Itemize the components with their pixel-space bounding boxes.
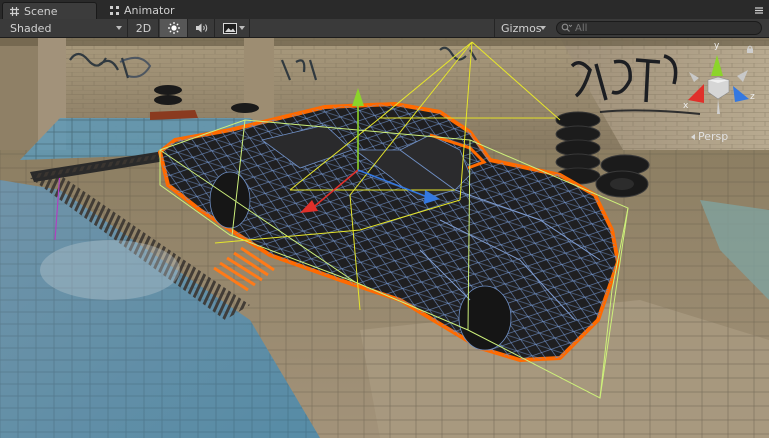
draw-mode-dropdown[interactable]: Shaded (0, 19, 128, 37)
search-input[interactable] (572, 22, 755, 34)
2d-mode-label: 2D (135, 21, 152, 35)
projection-label: Persp (698, 130, 729, 143)
tab-scene-label: Scene (24, 4, 58, 18)
lock-icon[interactable] (746, 45, 754, 53)
scene-viewport[interactable]: y x z Persp (0, 38, 769, 438)
chevron-left-icon (691, 133, 695, 140)
search-icon (561, 23, 572, 32)
2d-mode-button[interactable]: 2D (129, 19, 159, 37)
chevron-down-icon (540, 26, 546, 30)
gizmos-dropdown[interactable]: Gizmos (494, 19, 550, 37)
chevron-down-icon (116, 26, 122, 30)
animator-icon (110, 6, 119, 15)
tab-animator-label: Animator (124, 4, 175, 17)
axis-z-label: z (750, 92, 755, 102)
scene-search[interactable] (556, 21, 762, 35)
scene-toolbar: Shaded 2D Gizmos (0, 19, 769, 38)
tab-animator[interactable]: Animator (103, 2, 213, 19)
tab-bar: Scene Animator (0, 0, 769, 20)
draw-mode-label: Shaded (10, 21, 52, 35)
scene-render (0, 38, 769, 438)
gizmos-label: Gizmos (501, 21, 542, 35)
tab-menu-icon[interactable] (753, 4, 765, 16)
scene-grid-icon (10, 6, 19, 16)
sun-icon (167, 22, 180, 34)
scene-lighting-button[interactable] (160, 19, 188, 37)
speaker-icon (195, 23, 207, 33)
scene-audio-button[interactable] (189, 19, 215, 37)
scene-effects-dropdown[interactable] (216, 19, 250, 37)
tab-scene[interactable]: Scene (2, 2, 97, 19)
axis-y-label: y (714, 41, 720, 51)
image-icon (222, 22, 237, 34)
projection-toggle[interactable]: Persp (691, 130, 728, 143)
chevron-down-icon (239, 26, 245, 30)
axis-x-label: x (683, 101, 689, 111)
